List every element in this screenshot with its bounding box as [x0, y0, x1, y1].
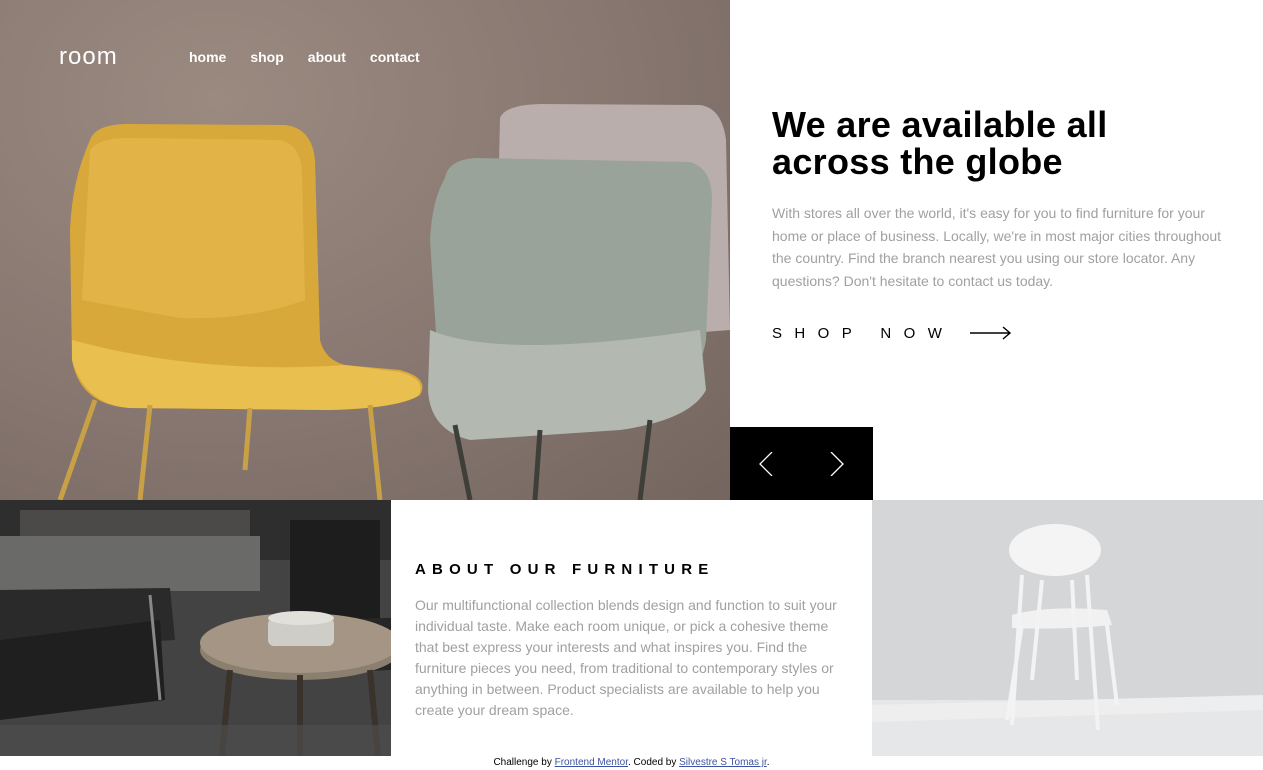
- attribution: Challenge by Frontend Mentor. Coded by S…: [0, 756, 1263, 770]
- nav-link-about[interactable]: about: [308, 49, 346, 65]
- hero-description: With stores all over the world, it's eas…: [772, 205, 1222, 289]
- attribution-middle: . Coded by: [627, 757, 680, 768]
- hero-image: room home shop about contact: [0, 0, 730, 500]
- about-section: ABOUT OUR FURNITURE Our multifunctional …: [391, 500, 872, 756]
- white-chair-illustration: [872, 500, 1263, 756]
- chairs-illustration: [57, 104, 730, 500]
- logo[interactable]: room: [59, 43, 189, 71]
- shop-now-label: SHOP NOW: [772, 324, 955, 342]
- arrow-right-icon: [970, 326, 1012, 340]
- nav-link-contact[interactable]: contact: [370, 49, 420, 65]
- nav-link-shop[interactable]: shop: [250, 49, 283, 65]
- about-title: ABOUT OUR FURNITURE: [415, 561, 715, 578]
- attribution-prefix: Challenge by: [493, 757, 555, 768]
- shop-now-button[interactable]: SHOP NOW: [772, 320, 1012, 346]
- dark-room-illustration: [0, 500, 391, 756]
- chevron-left-icon: [758, 451, 773, 476]
- page: room home shop about contact We are avai…: [0, 0, 1263, 770]
- nav-link-home[interactable]: home: [189, 49, 226, 65]
- about-description: Our multifunctional collection blends de…: [415, 597, 837, 718]
- hero-title: We are available all across the globe: [772, 104, 1108, 182]
- hero-content: We are available all across the globe Wi…: [772, 106, 1222, 292]
- nav-links: home shop about contact: [189, 49, 420, 65]
- slider-controls: [730, 427, 873, 500]
- main-nav: room home shop about contact: [59, 40, 420, 74]
- frontend-mentor-link[interactable]: Frontend Mentor: [555, 757, 628, 768]
- about-image-dark: [0, 500, 391, 756]
- attribution-suffix: .: [766, 757, 770, 768]
- about-image-light: [872, 500, 1263, 756]
- slider-prev-button[interactable]: [730, 427, 802, 500]
- author-link[interactable]: Silvestre S Tomas jr: [679, 757, 767, 768]
- slider-next-button[interactable]: [802, 427, 874, 500]
- chevron-right-icon: [830, 451, 845, 476]
